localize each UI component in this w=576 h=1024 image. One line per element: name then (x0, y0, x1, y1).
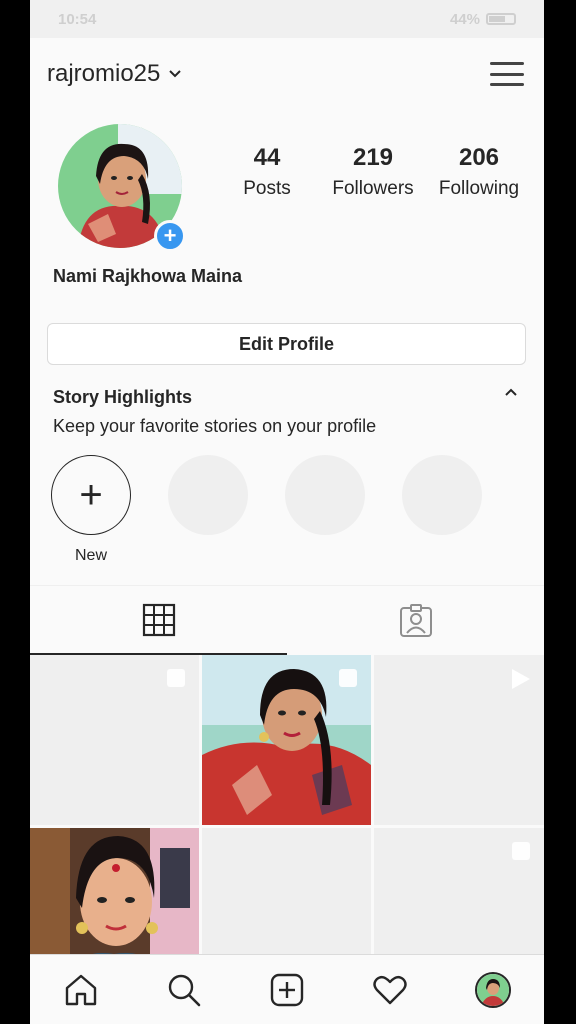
menu-icon[interactable] (490, 59, 524, 89)
profile-stats: 44 Posts 219 Followers 206 Following (214, 144, 532, 200)
highlights-row: + New (30, 437, 544, 565)
username: rajromio25 (47, 60, 161, 87)
profile-avatar-small (474, 971, 511, 1008)
status-right: 44% (450, 11, 516, 28)
stat-label: Followers (332, 178, 414, 199)
add-story-button[interactable]: + (154, 220, 186, 252)
posts-grid (30, 655, 544, 998)
followers-count[interactable]: 219 Followers (320, 144, 426, 200)
full-name: Nami Rajkhowa Maina (53, 266, 243, 286)
post-thumbnail[interactable] (374, 655, 544, 825)
new-highlight-label: New (74, 547, 107, 564)
multiple-photos-icon (339, 669, 357, 687)
post-thumbnail[interactable] (202, 655, 371, 825)
search-icon (168, 974, 201, 1006)
following-count[interactable]: 206 Following (426, 144, 532, 200)
nav-home[interactable] (56, 965, 106, 1015)
post-thumbnail[interactable] (30, 655, 199, 825)
stat-value: 219 (352, 144, 394, 171)
nav-search[interactable] (159, 965, 209, 1015)
new-post-icon (270, 973, 304, 1006)
highlights-title: Story Highlights (53, 387, 192, 407)
multiple-photos-icon (512, 842, 530, 860)
activity-heart-icon (373, 975, 407, 1004)
nav-new-post[interactable] (262, 965, 312, 1015)
highlight-placeholder (402, 455, 482, 565)
status-time: 10:54 (58, 10, 97, 28)
tagged-photos-icon (399, 603, 432, 637)
plus-icon[interactable]: + (51, 455, 131, 535)
battery-icon (486, 13, 516, 25)
profile-summary: + 44 Posts 219 Followers 206 Following (30, 110, 544, 252)
stat-value: 44 (253, 144, 281, 171)
nav-activity[interactable] (365, 965, 415, 1015)
profile-header: rajromio25 (30, 38, 544, 110)
tab-grid[interactable] (30, 586, 287, 655)
stat-value: 206 (458, 144, 500, 171)
highlight-placeholder (285, 455, 365, 565)
chevron-up-icon[interactable] (504, 387, 518, 397)
multiple-photos-icon (167, 669, 185, 687)
battery-percent: 44% (449, 10, 480, 28)
stat-label: Posts (243, 178, 291, 199)
highlight-placeholder (168, 455, 248, 565)
profile-tabs (30, 585, 544, 655)
nav-profile[interactable] (468, 965, 518, 1015)
home-icon (66, 974, 97, 1005)
bottom-navigation (30, 954, 544, 1024)
highlights-subtitle: Keep your favorite stories on your profi… (53, 416, 377, 436)
grid-icon (142, 603, 175, 636)
instagram-profile-screen: 10:54 44% rajromio25 + 44 Posts 219 Foll… (30, 0, 544, 1024)
posts-count[interactable]: 44 Posts (214, 144, 320, 200)
story-highlights-header[interactable]: Story Highlights (30, 365, 544, 408)
new-highlight[interactable]: + New (51, 455, 131, 565)
account-switcher[interactable]: rajromio25 (47, 60, 182, 88)
status-bar: 10:54 44% (30, 0, 544, 38)
stat-label: Following (438, 178, 520, 199)
avatar-wrapper[interactable]: + (58, 124, 186, 252)
chevron-down-icon (169, 70, 182, 78)
tab-tagged[interactable] (287, 586, 544, 655)
video-icon (512, 669, 530, 689)
edit-profile-button[interactable]: Edit Profile (47, 323, 526, 365)
